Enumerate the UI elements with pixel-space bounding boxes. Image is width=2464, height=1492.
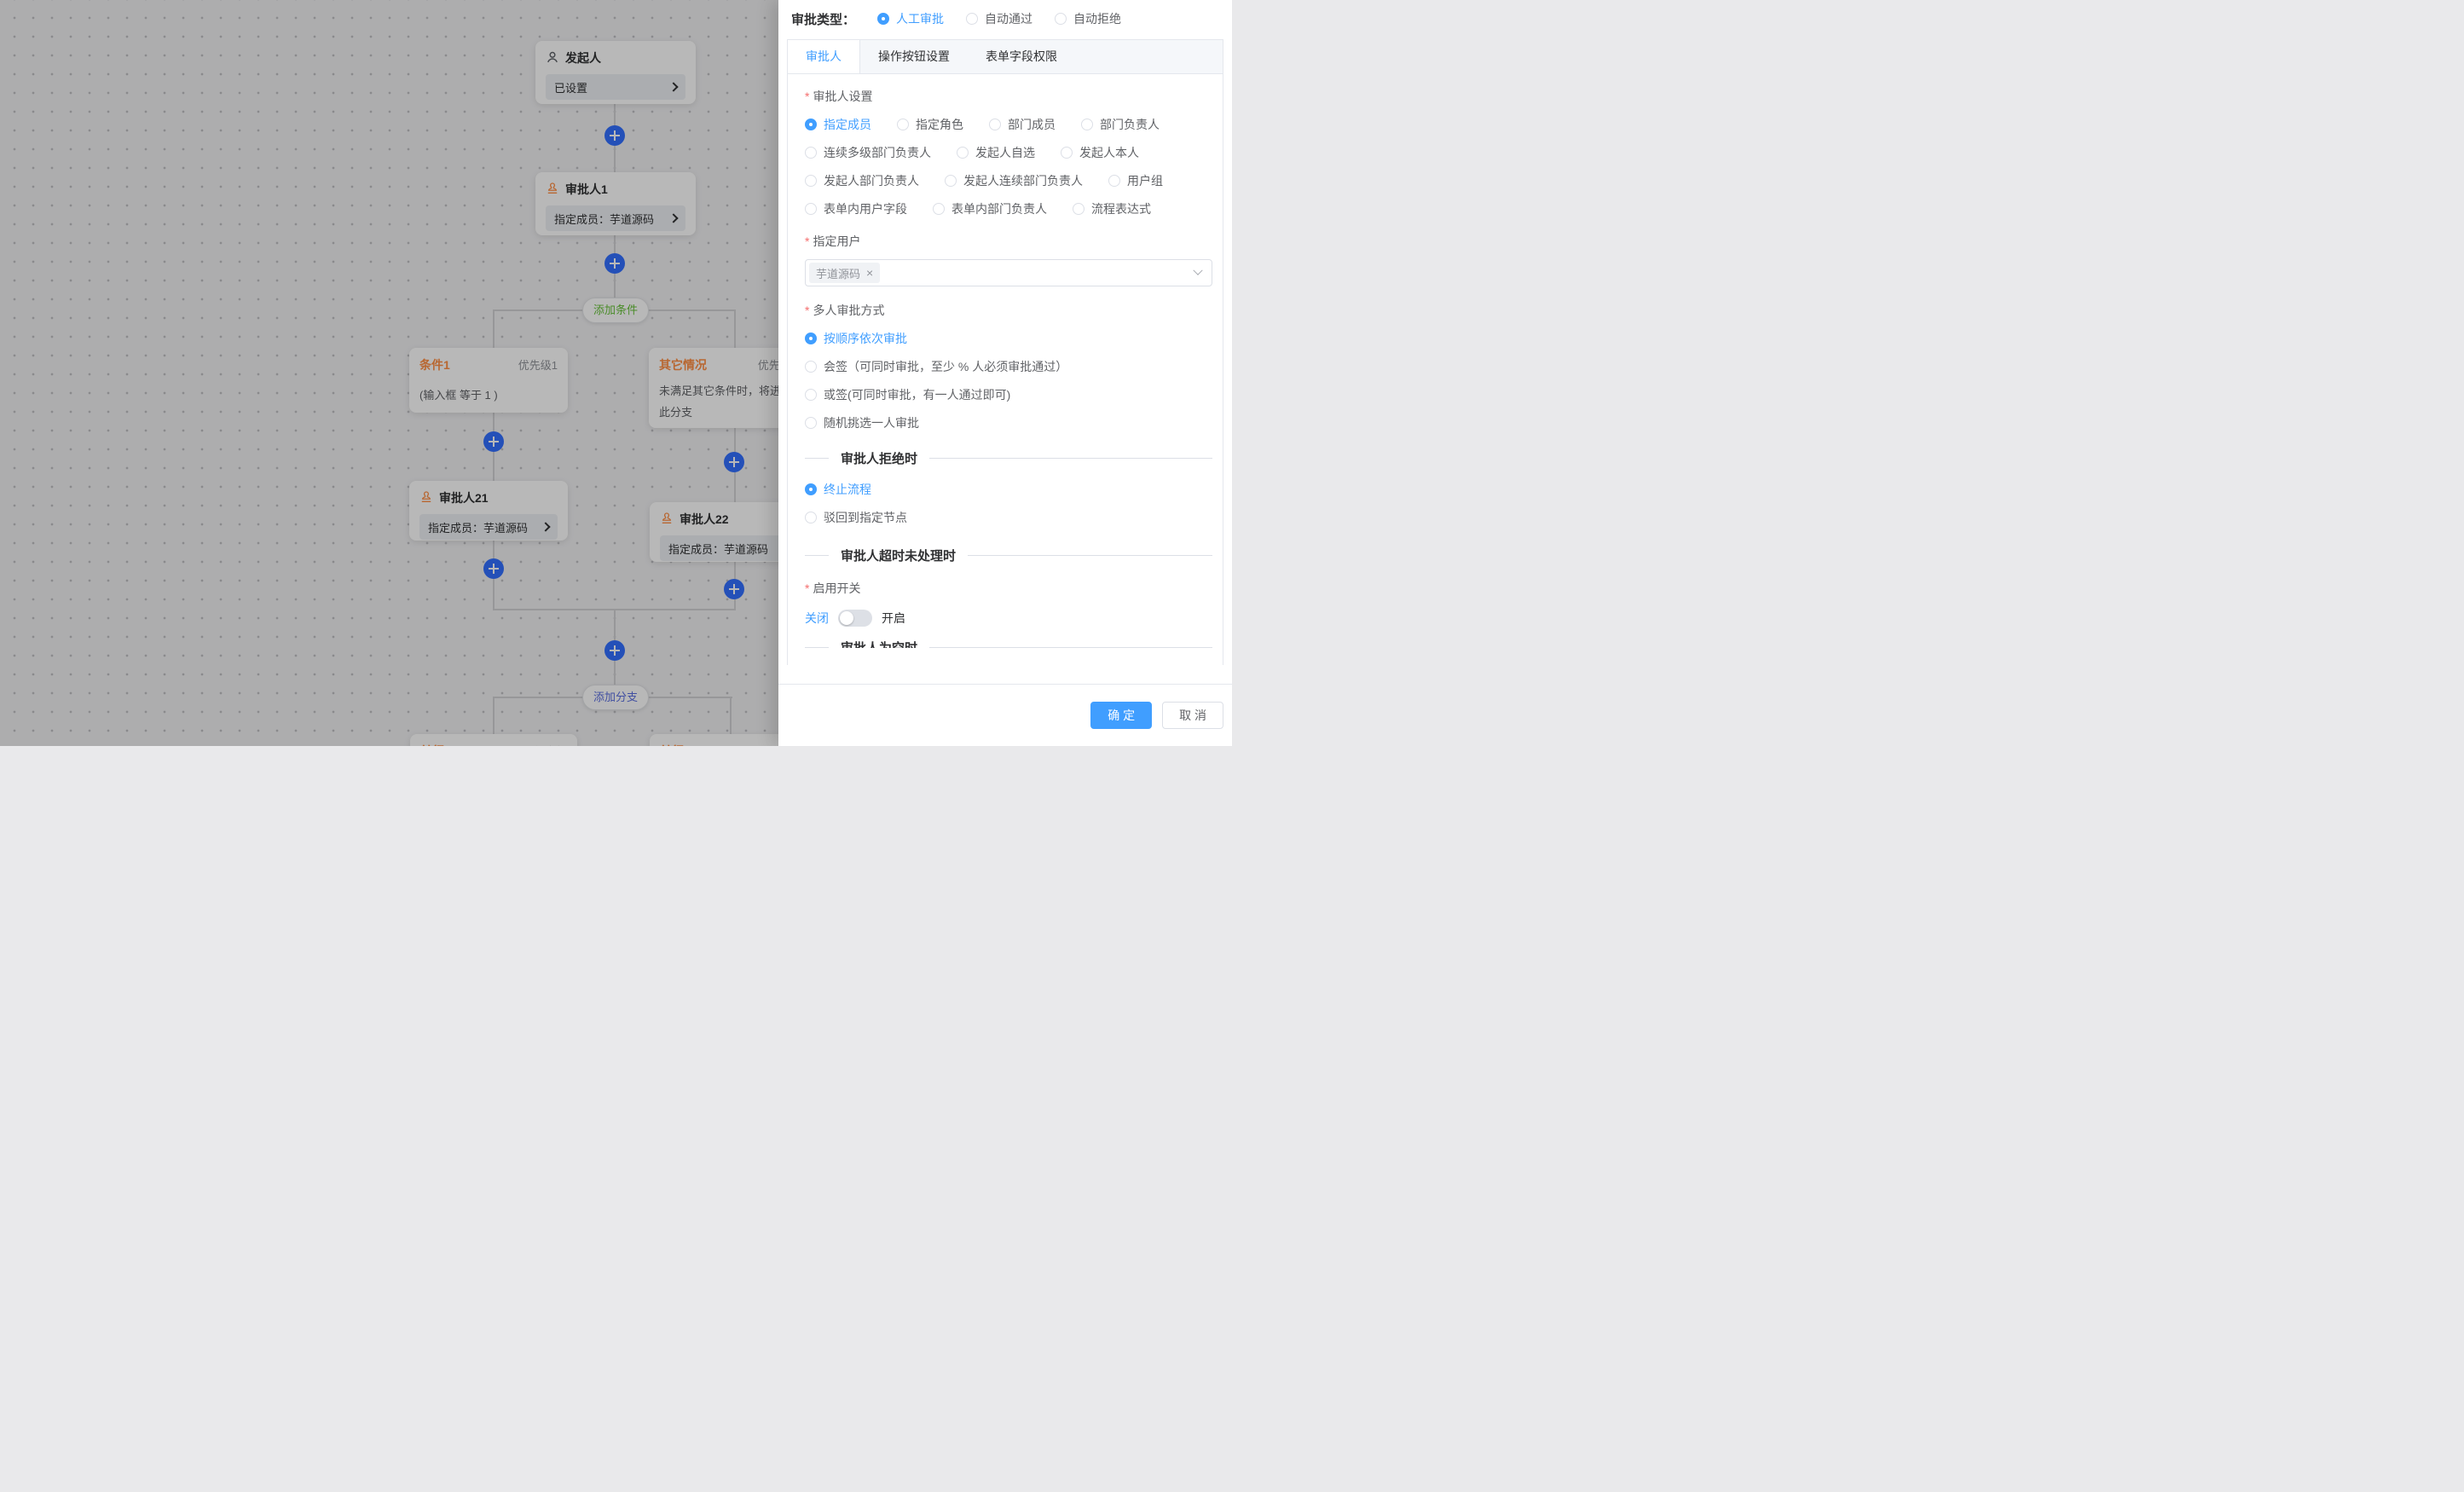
radio-form-user-field[interactable]: 表单内用户字段 [805, 200, 907, 217]
radio-sequential[interactable]: 按顺序依次审批 [805, 330, 907, 347]
reject-radio-group: 终止流程 驳回到指定节点 [805, 481, 1212, 526]
radio-icon [805, 417, 817, 429]
approval-type-row: 审批类型： 人工审批 自动通过 自动拒绝 [778, 0, 1232, 38]
radio-multi-level-dept-leader[interactable]: 连续多级部门负责人 [805, 144, 931, 161]
empty-section-divider: 审批人为空时 [805, 639, 1212, 648]
approver-setting-label: 审批人设置 [805, 88, 1212, 105]
radio-initiator-self[interactable]: 发起人本人 [1061, 144, 1139, 161]
empty-section-title: 审批人为空时 [841, 639, 917, 648]
confirm-button[interactable]: 确 定 [1090, 702, 1152, 729]
reject-section-divider: 审批人拒绝时 [805, 449, 1212, 467]
drawer-footer: 确 定 取 消 [778, 684, 1232, 746]
radio-icon [877, 13, 889, 25]
radio-assigned-member[interactable]: 指定成员 [805, 116, 871, 133]
radio-countersign[interactable]: 会签（可同时审批，至少 % 人必须审批通过） [805, 358, 1067, 375]
flow-canvas[interactable]: 发起人 已设置 审批人1 指定成员：芋道源码 [0, 0, 779, 746]
radio-icon [945, 175, 957, 187]
radio-initiator-choose[interactable]: 发起人自选 [957, 144, 1035, 161]
radio-user-group[interactable]: 用户组 [1108, 172, 1163, 189]
radio-icon [989, 119, 1001, 130]
timeout-enable-switch[interactable] [838, 610, 872, 627]
radio-icon [805, 147, 817, 159]
radio-auto-approve[interactable]: 自动通过 [966, 10, 1032, 27]
radio-initiator-multi-dept-leader[interactable]: 发起人连续部门负责人 [945, 172, 1083, 189]
reject-section-title: 审批人拒绝时 [841, 449, 917, 467]
radio-terminate-flow[interactable]: 终止流程 [805, 481, 871, 498]
switch-knob [840, 611, 853, 625]
radio-flow-expression[interactable]: 流程表达式 [1073, 200, 1151, 217]
settings-tabs-card: 审批人 操作按钮设置 表单字段权限 审批人设置 指定成员 指定角色 [787, 39, 1223, 665]
radio-icon [1073, 203, 1085, 215]
radio-icon [805, 119, 817, 130]
radio-icon [1055, 13, 1067, 25]
timeout-section-divider: 审批人超时未处理时 [805, 546, 1212, 564]
radio-icon [1108, 175, 1120, 187]
radio-form-dept-leader[interactable]: 表单内部门负责人 [933, 200, 1047, 217]
approver-settings-drawer: 审批类型： 人工审批 自动通过 自动拒绝 审批人 操作按钮设置 表单字段权限 审… [778, 0, 1232, 746]
radio-icon [805, 203, 817, 215]
radio-initiator-dept-leader[interactable]: 发起人部门负责人 [805, 172, 919, 189]
radio-icon [805, 483, 817, 495]
radio-manual-approval[interactable]: 人工审批 [877, 10, 944, 27]
radio-dept-leader[interactable]: 部门负责人 [1081, 116, 1160, 133]
radio-icon [805, 333, 817, 344]
radio-icon [957, 147, 969, 159]
tabs-header: 审批人 操作按钮设置 表单字段权限 [788, 40, 1223, 74]
multi-approve-label: 多人审批方式 [805, 302, 1212, 319]
radio-dept-member[interactable]: 部门成员 [989, 116, 1056, 133]
tab-approver[interactable]: 审批人 [788, 40, 860, 73]
assign-user-select[interactable]: 芋道源码 × [805, 259, 1212, 286]
radio-icon [966, 13, 978, 25]
radio-icon [805, 512, 817, 523]
enable-switch-label: 启用开关 [805, 580, 1212, 597]
approver-setting-radio-group: 指定成员 指定角色 部门成员 部门负责人 [805, 116, 1200, 217]
tab-form-field-permission[interactable]: 表单字段权限 [968, 40, 1075, 73]
tab-body-approver: 审批人设置 指定成员 指定角色 部门成员 [788, 74, 1223, 648]
tab-button-settings[interactable]: 操作按钮设置 [860, 40, 968, 73]
approval-flow-designer: 发起人 已设置 审批人1 指定成员：芋道源码 [0, 0, 1232, 746]
radio-return-to-node[interactable]: 驳回到指定节点 [805, 509, 907, 526]
drawer-backdrop[interactable] [0, 0, 779, 746]
switch-on-label: 开启 [882, 610, 905, 627]
radio-orsign[interactable]: 或签(可同时审批，有一人通过即可) [805, 386, 1010, 403]
cancel-button[interactable]: 取 消 [1162, 702, 1223, 729]
timeout-section-title: 审批人超时未处理时 [841, 546, 956, 564]
radio-icon [933, 203, 945, 215]
radio-icon [805, 389, 817, 401]
radio-icon [805, 361, 817, 373]
radio-icon [1061, 147, 1073, 159]
radio-assigned-role[interactable]: 指定角色 [897, 116, 963, 133]
radio-random-one[interactable]: 随机挑选一人审批 [805, 414, 919, 431]
radio-auto-reject[interactable]: 自动拒绝 [1055, 10, 1121, 27]
timeout-switch-row: 关闭 开启 [805, 610, 1212, 627]
assign-user-label: 指定用户 [805, 233, 1212, 250]
radio-icon [805, 175, 817, 187]
approval-type-label: 审批类型： [791, 10, 855, 28]
tag-remove-icon[interactable]: × [866, 267, 873, 279]
multi-approve-radio-group: 按顺序依次审批 会签（可同时审批，至少 % 人必须审批通过） 或签(可同时审批，… [805, 330, 1212, 431]
radio-icon [1081, 119, 1093, 130]
selected-user-tag: 芋道源码 × [809, 263, 880, 283]
switch-off-label: 关闭 [805, 610, 829, 627]
clipped-section: 审批人为空时 [805, 639, 1212, 648]
chevron-down-icon [1193, 266, 1202, 275]
radio-icon [897, 119, 909, 130]
